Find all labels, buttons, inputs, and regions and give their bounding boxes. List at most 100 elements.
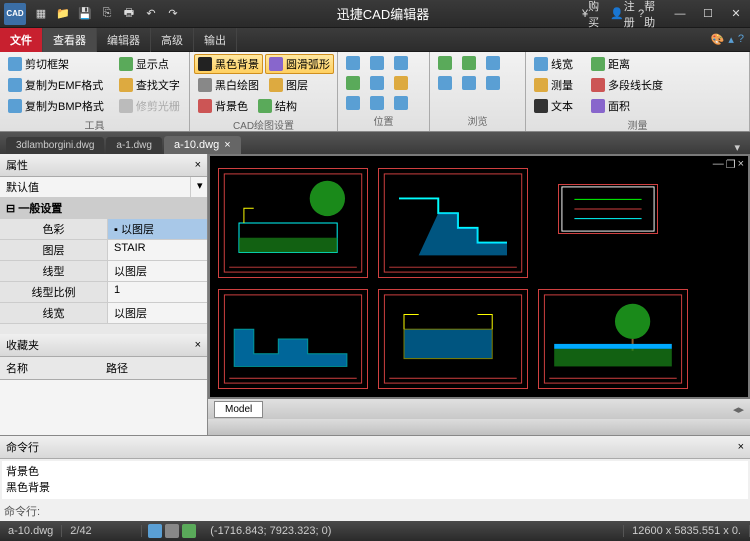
cmd-header: 命令行× <box>0 436 750 459</box>
group-browse-label: 浏览 <box>434 112 521 129</box>
btn-smooth-arc[interactable]: 圆滑弧形 <box>265 54 334 74</box>
close-button[interactable]: ✕ <box>722 3 750 25</box>
fav-close-icon[interactable]: × <box>195 339 201 351</box>
close-tab-icon[interactable]: × <box>224 139 230 151</box>
command-input[interactable] <box>44 503 746 519</box>
style-button[interactable]: 🎨 <box>711 33 725 46</box>
fav-list <box>0 380 207 435</box>
buy-link[interactable]: ¥ 购买 <box>582 3 610 25</box>
grid-toggle[interactable] <box>165 524 179 538</box>
nav-first[interactable] <box>458 74 480 92</box>
btn-trim-raster[interactable]: 修剪光栅 <box>115 96 185 116</box>
qat-save[interactable]: 💾 <box>74 3 96 25</box>
prop-color-val[interactable]: ▪ 以图层 <box>108 219 207 239</box>
pos-btn-5[interactable] <box>366 74 388 92</box>
qat-new[interactable]: ▦ <box>30 3 52 25</box>
canvas-area: —❐× Model ◂ ▸ <box>208 154 750 435</box>
drawing-canvas[interactable]: —❐× <box>210 156 748 397</box>
help-button[interactable]: ? <box>738 33 744 46</box>
canvas-max-icon[interactable]: ❐ <box>726 158 736 171</box>
tab-file[interactable]: 文件 <box>0 28 43 52</box>
tab-advanced[interactable]: 高级 <box>151 28 194 52</box>
props-close-icon[interactable]: × <box>195 159 201 171</box>
btn-show-point[interactable]: 显示点 <box>115 54 185 74</box>
btn-find-text[interactable]: 查找文字 <box>115 75 185 95</box>
pos-btn-2[interactable] <box>366 54 388 72</box>
app-icon: CAD <box>4 3 26 25</box>
prop-ltype-val[interactable]: 以图层 <box>108 261 207 281</box>
nav-next[interactable] <box>434 74 456 92</box>
prop-layer-key: 图层 <box>0 240 108 260</box>
btn-area[interactable]: 面积 <box>587 96 634 116</box>
model-tab[interactable]: Model <box>214 401 263 418</box>
fav-columns: 名称路径 <box>0 357 207 380</box>
btn-polyline-length[interactable]: 多段线长度 <box>587 75 667 95</box>
canvas-close-icon[interactable]: × <box>738 158 744 171</box>
btn-copy-emf[interactable]: 复制为EMF格式 <box>4 75 109 95</box>
command-panel: 命令行× 背景色 黑色背景 命令行: <box>0 435 750 521</box>
nav-fwd[interactable] <box>458 54 480 72</box>
prop-lscale-val[interactable]: 1 <box>108 282 207 302</box>
nav-back[interactable] <box>434 54 456 72</box>
prop-lweight-val[interactable]: 以图层 <box>108 303 207 323</box>
btn-line-width[interactable]: 线宽 <box>530 54 577 74</box>
pos-btn-1[interactable] <box>342 54 364 72</box>
minimize-button[interactable]: — <box>666 3 694 25</box>
qat-redo[interactable]: ↷ <box>162 3 184 25</box>
doc-tab-3[interactable]: a-10.dwg× <box>164 136 241 154</box>
min-ribbon-button[interactable]: ▴ <box>728 33 734 46</box>
cat-general[interactable]: ⊟ 一般设置 <box>0 198 207 218</box>
nav-last[interactable] <box>482 74 504 92</box>
menu-bar: 文件 查看器 编辑器 高级 输出 🎨 ▴ ? <box>0 28 750 52</box>
tab-viewer[interactable]: 查看器 <box>43 28 97 52</box>
status-filename: a-10.dwg <box>0 525 62 537</box>
btn-structure[interactable]: 结构 <box>254 96 301 116</box>
cmd-close-icon[interactable]: × <box>738 441 744 453</box>
btn-bg-color[interactable]: 背景色 <box>194 96 252 116</box>
help-link[interactable]: ? 帮助 <box>638 3 666 25</box>
default-dropdown[interactable]: ▾ <box>191 177 207 197</box>
btn-text[interactable]: 文本 <box>530 96 577 116</box>
status-bar: a-10.dwg 2/42 (-1716.843; 7923.323; 0) 1… <box>0 521 750 541</box>
layout-tabs: Model ◂ ▸ <box>208 399 750 419</box>
maximize-button[interactable]: ☐ <box>694 3 722 25</box>
btn-distance[interactable]: 距离 <box>587 54 634 74</box>
ortho-toggle[interactable] <box>182 524 196 538</box>
pos-btn-6[interactable] <box>390 74 412 92</box>
pos-btn-9[interactable] <box>390 94 412 112</box>
btn-copy-frame[interactable]: 剪切框架 <box>4 54 109 74</box>
status-toggles <box>142 524 202 538</box>
qat-print[interactable]: 🖶 <box>118 3 140 25</box>
btn-bw-draw[interactable]: 黑白绘图 <box>194 75 263 95</box>
nav-prev[interactable] <box>482 54 504 72</box>
doc-tab-1[interactable]: 3dlamborgini.dwg <box>6 137 104 154</box>
tab-output[interactable]: 输出 <box>194 28 237 52</box>
qat-undo[interactable]: ↶ <box>140 3 162 25</box>
btn-measure[interactable]: 测量 <box>530 75 577 95</box>
tab-overflow[interactable]: ▾ <box>730 141 744 154</box>
layout-next[interactable]: ▸ <box>738 403 744 416</box>
group-cad-settings-label: CAD绘图设置 <box>194 116 333 133</box>
qat-open[interactable]: 📁 <box>52 3 74 25</box>
btn-copy-bmp[interactable]: 复制为BMP格式 <box>4 96 109 116</box>
group-position-label: 位置 <box>342 112 425 129</box>
prop-layer-val[interactable]: STAIR <box>108 240 207 260</box>
h-scrollbar[interactable] <box>208 419 750 435</box>
pos-btn-8[interactable] <box>366 94 388 112</box>
document-tabs: 3dlamborgini.dwg a-1.dwg a-10.dwg× ▾ <box>0 132 750 154</box>
tab-editor[interactable]: 编辑器 <box>97 28 151 52</box>
pos-btn-4[interactable] <box>342 74 364 92</box>
btn-black-bg[interactable]: 黑色背景 <box>194 54 263 74</box>
register-link[interactable]: 👤 注册 <box>610 3 638 25</box>
pos-btn-7[interactable] <box>342 94 364 112</box>
doc-tab-2[interactable]: a-1.dwg <box>106 137 162 154</box>
btn-layer[interactable]: 图层 <box>265 75 312 95</box>
snap-toggle[interactable] <box>148 524 162 538</box>
pos-btn-3[interactable] <box>390 54 412 72</box>
properties-panel: 属性× 默认值▾ ⊟ 一般设置 色彩▪ 以图层 图层STAIR 线型以图层 线型… <box>0 154 208 435</box>
app-title: 迅捷CAD编辑器 <box>184 4 582 23</box>
canvas-min-icon[interactable]: — <box>713 158 724 171</box>
qat-saveall[interactable]: ⎘ <box>96 3 118 25</box>
prop-lscale-key: 线型比例 <box>0 282 108 302</box>
default-label: 默认值 <box>0 177 191 197</box>
